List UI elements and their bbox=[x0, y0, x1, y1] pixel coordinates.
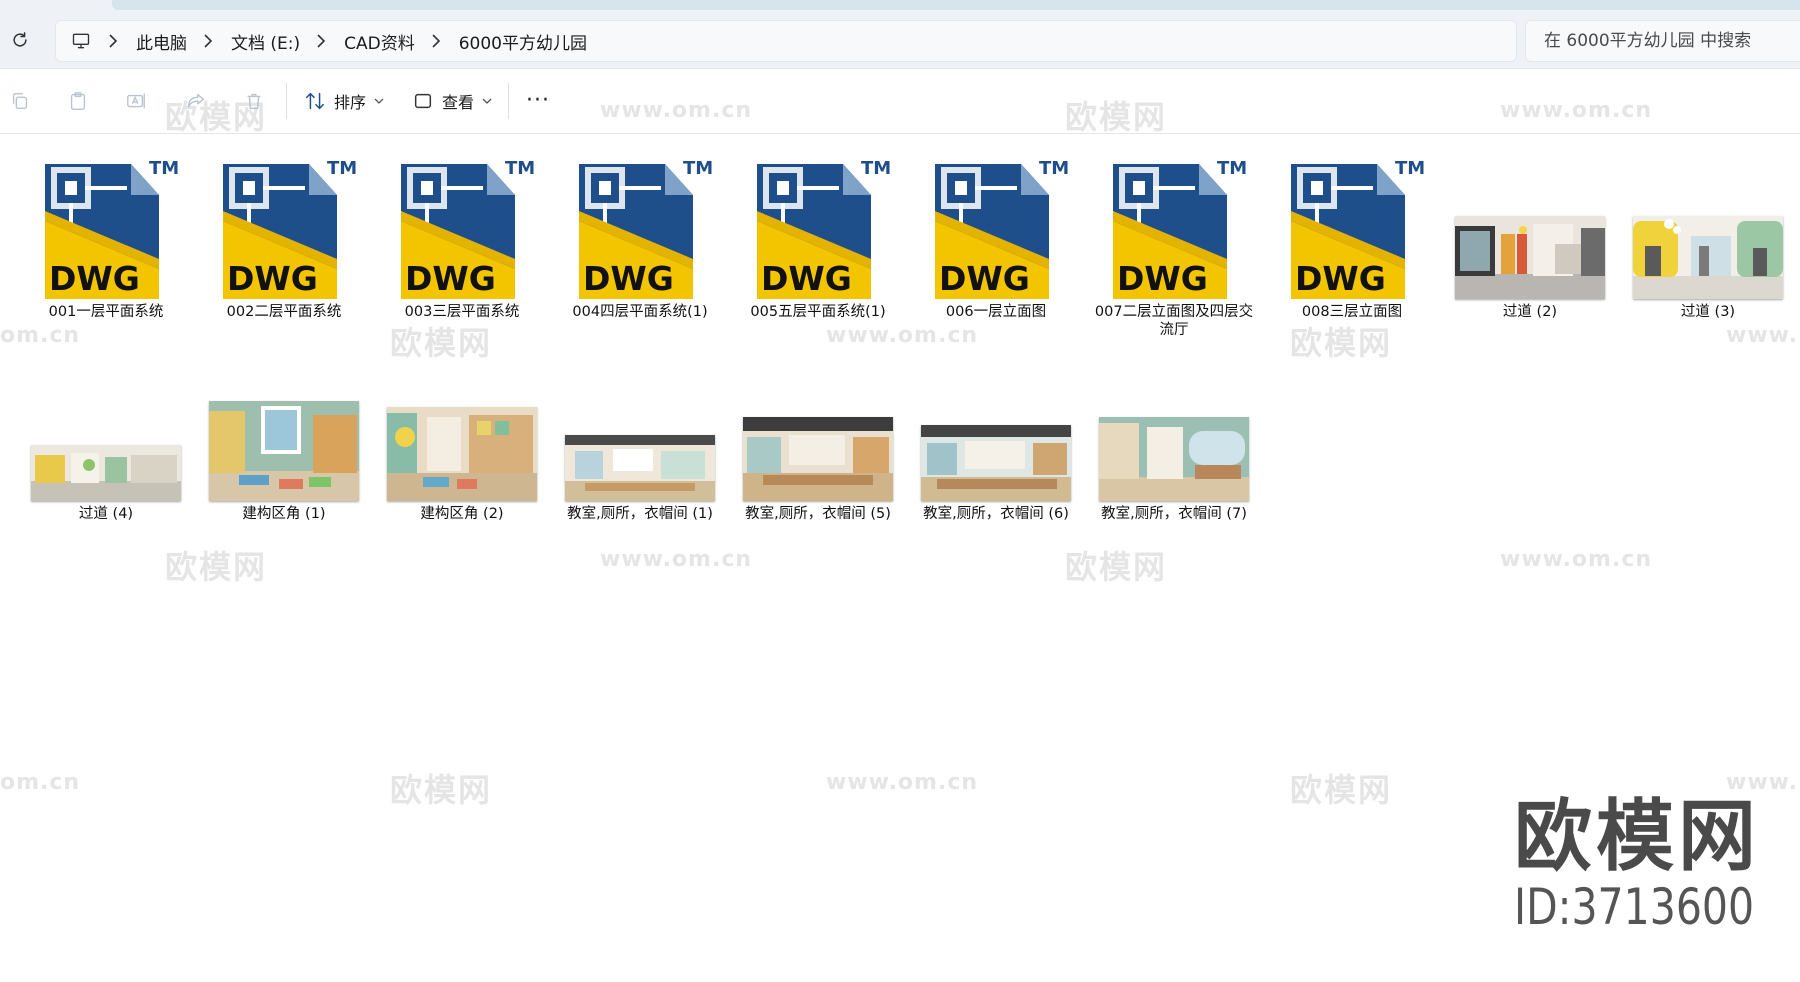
file-name: 过道 (3) bbox=[1680, 304, 1736, 320]
active-tab-edge bbox=[112, 0, 1800, 10]
file-name: 004四层平面系统(1) bbox=[572, 304, 708, 320]
file-item[interactable]: 教室,厕所，衣帽间 (7) bbox=[1085, 351, 1263, 523]
chevron-down-icon bbox=[482, 98, 492, 104]
chevron-right-icon[interactable] bbox=[106, 34, 120, 48]
file-item[interactable]: 001一层平面系统 bbox=[17, 149, 195, 321]
file-name: 教室,厕所，衣帽间 (1) bbox=[567, 506, 713, 522]
dwg-file-icon bbox=[1277, 149, 1427, 299]
file-name: 006一层立面图 bbox=[945, 304, 1047, 320]
chevron-right-icon[interactable] bbox=[201, 34, 215, 48]
share-icon[interactable] bbox=[184, 89, 208, 113]
dwg-file-icon bbox=[387, 149, 537, 299]
image-thumbnail bbox=[743, 351, 893, 501]
view-label: 查看 bbox=[442, 93, 475, 112]
file-item[interactable]: 教室,厕所，衣帽间 (6) bbox=[907, 351, 1085, 523]
classroom-image bbox=[1099, 417, 1249, 501]
file-item[interactable]: 建构区角 (1) bbox=[195, 351, 373, 523]
paste-icon[interactable] bbox=[66, 89, 90, 113]
file-item[interactable]: 过道 (4) bbox=[17, 351, 195, 523]
classroom-image bbox=[743, 417, 893, 501]
window-top-strip bbox=[0, 0, 1800, 12]
corridor-image bbox=[1455, 216, 1605, 299]
dwg-file-icon bbox=[31, 149, 181, 299]
more-options-button[interactable]: ··· bbox=[524, 90, 552, 112]
refresh-icon[interactable] bbox=[8, 28, 32, 52]
image-thumbnail bbox=[1099, 351, 1249, 501]
classroom-image bbox=[387, 407, 537, 501]
breadcrumb-this-pc[interactable]: 此电脑 bbox=[136, 29, 187, 54]
file-name: 教室,厕所，衣帽间 (5) bbox=[745, 506, 891, 522]
image-thumbnail bbox=[565, 351, 715, 501]
dwg-file-icon bbox=[921, 149, 1071, 299]
file-item[interactable]: 003三层平面系统 bbox=[373, 149, 551, 321]
command-bar: 排序 查看 ··· bbox=[0, 68, 1800, 134]
sort-label: 排序 bbox=[334, 93, 367, 112]
classroom-image bbox=[209, 401, 359, 501]
file-item[interactable]: 教室,厕所，衣帽间 (1) bbox=[551, 351, 729, 523]
file-name: 过道 (4) bbox=[78, 506, 134, 522]
sort-button[interactable]: 排序 bbox=[304, 87, 384, 115]
file-name: 008三层立面图 bbox=[1301, 304, 1403, 320]
file-name: 001一层平面系统 bbox=[48, 304, 164, 320]
chevron-right-icon[interactable] bbox=[429, 34, 443, 48]
file-grid: 001一层平面系统 002二层平面系统 003三层平面系统 004四层平面系统(… bbox=[0, 133, 1800, 982]
toolbar-divider bbox=[508, 83, 509, 119]
file-name: 007二层立面图及四层交流厅 bbox=[1094, 304, 1254, 338]
file-item[interactable]: 建构区角 (2) bbox=[373, 351, 551, 523]
file-item[interactable]: 008三层立面图 bbox=[1263, 149, 1441, 321]
breadcrumb-drive-e[interactable]: 文档 (E:) bbox=[231, 29, 300, 54]
dwg-file-icon bbox=[1099, 149, 1249, 299]
rename-icon[interactable] bbox=[124, 89, 148, 113]
file-name: 002二层平面系统 bbox=[226, 304, 342, 320]
file-item[interactable]: 过道 (2) bbox=[1441, 149, 1619, 321]
file-name: 教室,厕所，衣帽间 (6) bbox=[923, 506, 1069, 522]
file-item[interactable]: 007二层立面图及四层交流厅 bbox=[1085, 149, 1263, 339]
image-thumbnail bbox=[921, 351, 1071, 501]
file-item[interactable]: 002二层平面系统 bbox=[195, 149, 373, 321]
file-item[interactable]: 教室,厕所，衣帽间 (5) bbox=[729, 351, 907, 523]
dwg-file-icon bbox=[743, 149, 893, 299]
file-item[interactable]: 004四层平面系统(1) bbox=[551, 149, 729, 321]
file-name: 建构区角 (1) bbox=[242, 506, 326, 522]
image-thumbnail bbox=[209, 351, 359, 501]
sort-icon bbox=[306, 92, 324, 110]
breadcrumb-cad-folder[interactable]: CAD资料 bbox=[344, 29, 415, 54]
image-thumbnail bbox=[1455, 149, 1605, 299]
image-thumbnail bbox=[387, 351, 537, 501]
search-input[interactable] bbox=[1542, 30, 1800, 52]
delete-icon[interactable] bbox=[242, 89, 266, 113]
file-name: 教室,厕所，衣帽间 (7) bbox=[1101, 506, 1247, 522]
copy-icon[interactable] bbox=[8, 89, 32, 113]
address-row: 此电脑 文档 (E:) CAD资料 6000平方幼儿园 bbox=[0, 12, 1800, 68]
image-thumbnail bbox=[31, 351, 181, 501]
search-box[interactable] bbox=[1525, 20, 1800, 62]
corridor-image bbox=[31, 445, 181, 501]
view-icon bbox=[414, 93, 432, 109]
file-item[interactable]: 006一层立面图 bbox=[907, 149, 1085, 321]
this-pc-icon[interactable] bbox=[70, 30, 92, 52]
toolbar-divider bbox=[286, 83, 287, 119]
file-name: 005五层平面系统(1) bbox=[750, 304, 886, 320]
file-item[interactable]: 005五层平面系统(1) bbox=[729, 149, 907, 321]
view-button[interactable]: 查看 bbox=[412, 87, 492, 115]
breadcrumb-current-folder[interactable]: 6000平方幼儿园 bbox=[459, 29, 587, 54]
dwg-file-icon bbox=[209, 149, 359, 299]
image-thumbnail bbox=[1633, 149, 1783, 299]
chevron-down-icon bbox=[374, 98, 384, 104]
file-item[interactable]: 过道 (3) bbox=[1619, 149, 1797, 321]
classroom-image bbox=[565, 435, 715, 501]
file-name: 003三层平面系统 bbox=[404, 304, 520, 320]
file-name: 过道 (2) bbox=[1502, 304, 1558, 320]
address-bar[interactable]: 此电脑 文档 (E:) CAD资料 6000平方幼儿园 bbox=[55, 20, 1517, 62]
corridor-image bbox=[1633, 216, 1783, 299]
classroom-image bbox=[921, 425, 1071, 501]
dwg-file-icon bbox=[565, 149, 715, 299]
file-name: 建构区角 (2) bbox=[420, 506, 504, 522]
chevron-right-icon[interactable] bbox=[314, 34, 328, 48]
